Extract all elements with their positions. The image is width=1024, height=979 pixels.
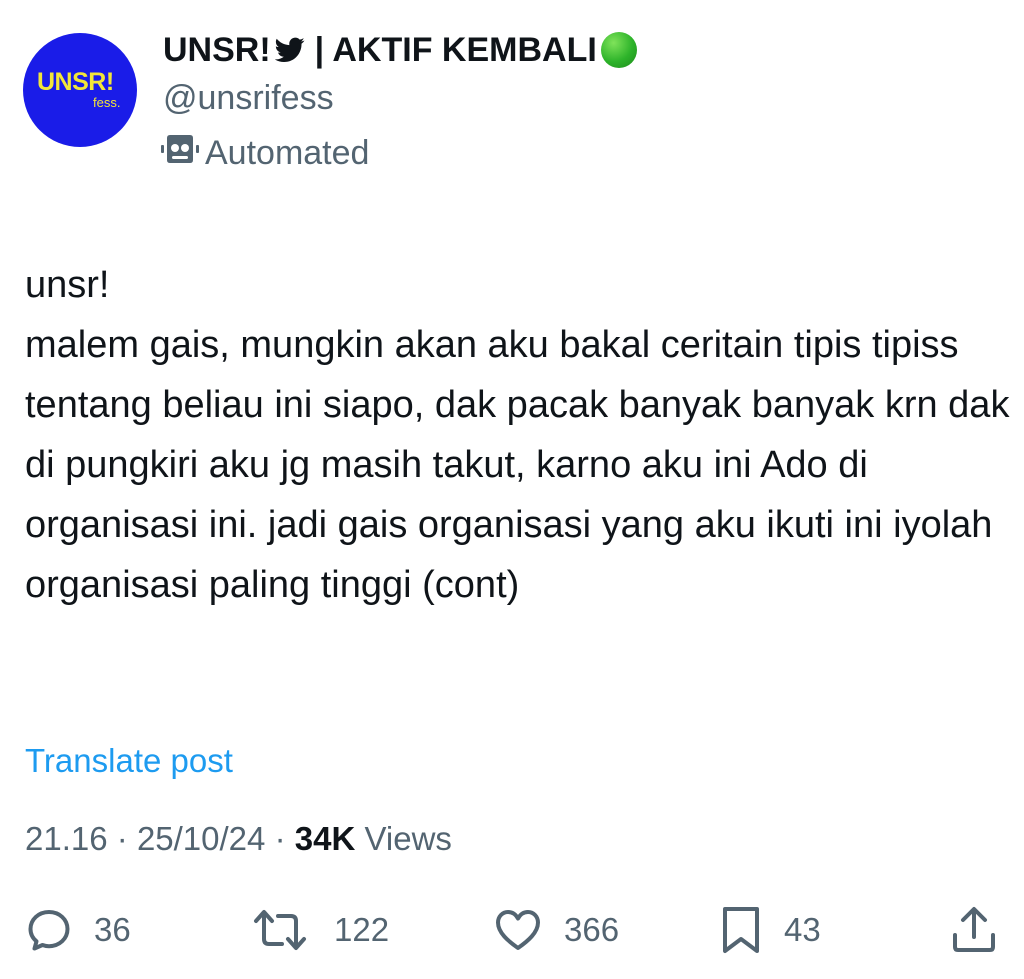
tweet-date[interactable]: 25/10/24 <box>137 820 265 857</box>
tweet-meta: 21.16 · 25/10/24 · 34K Views <box>25 819 452 859</box>
tweet-text: unsr! malem gais, mungkin akan aku bakal… <box>25 264 1010 606</box>
avatar-logo-text: UNSR! <box>37 68 114 96</box>
repost-count: 122 <box>334 911 390 948</box>
share-icon <box>950 905 998 955</box>
display-name-suffix: | AKTIF KEMBALI <box>314 31 597 69</box>
green-circle-icon <box>600 32 637 68</box>
bookmark-button[interactable]: 43 <box>720 905 821 955</box>
display-name-text: UNSR! <box>163 31 271 69</box>
heart-icon <box>494 907 542 953</box>
user-handle[interactable]: @unsrifess <box>163 78 334 118</box>
reply-count: 36 <box>94 911 131 948</box>
meta-separator: · <box>116 820 128 857</box>
tweet-action-bar: 36 122 366 43 <box>0 905 1024 955</box>
like-count: 366 <box>564 911 620 948</box>
robot-icon <box>161 133 199 173</box>
automated-badge[interactable]: Automated <box>161 133 369 173</box>
meta-separator: · <box>274 820 286 857</box>
share-button[interactable] <box>950 905 998 955</box>
translate-post-link[interactable]: Translate post <box>25 741 233 781</box>
views-count[interactable]: 34K <box>295 820 356 857</box>
like-button[interactable]: 366 <box>494 905 619 955</box>
repost-icon <box>252 907 308 953</box>
repost-button[interactable]: 122 <box>252 905 389 955</box>
reply-button[interactable]: 36 <box>26 905 131 955</box>
views-label: Views <box>364 820 452 857</box>
automated-label: Automated <box>205 134 370 172</box>
reply-icon <box>26 907 72 953</box>
display-name[interactable]: UNSR! | AKTIF KEMBALI <box>163 30 637 70</box>
tweet-time[interactable]: 21.16 <box>25 820 108 857</box>
avatar[interactable]: UNSR! fess. <box>23 33 137 147</box>
bookmark-count: 43 <box>784 911 821 948</box>
avatar-logo-subtext: fess. <box>93 95 121 110</box>
bird-icon <box>274 37 305 63</box>
bookmark-icon <box>720 905 762 955</box>
